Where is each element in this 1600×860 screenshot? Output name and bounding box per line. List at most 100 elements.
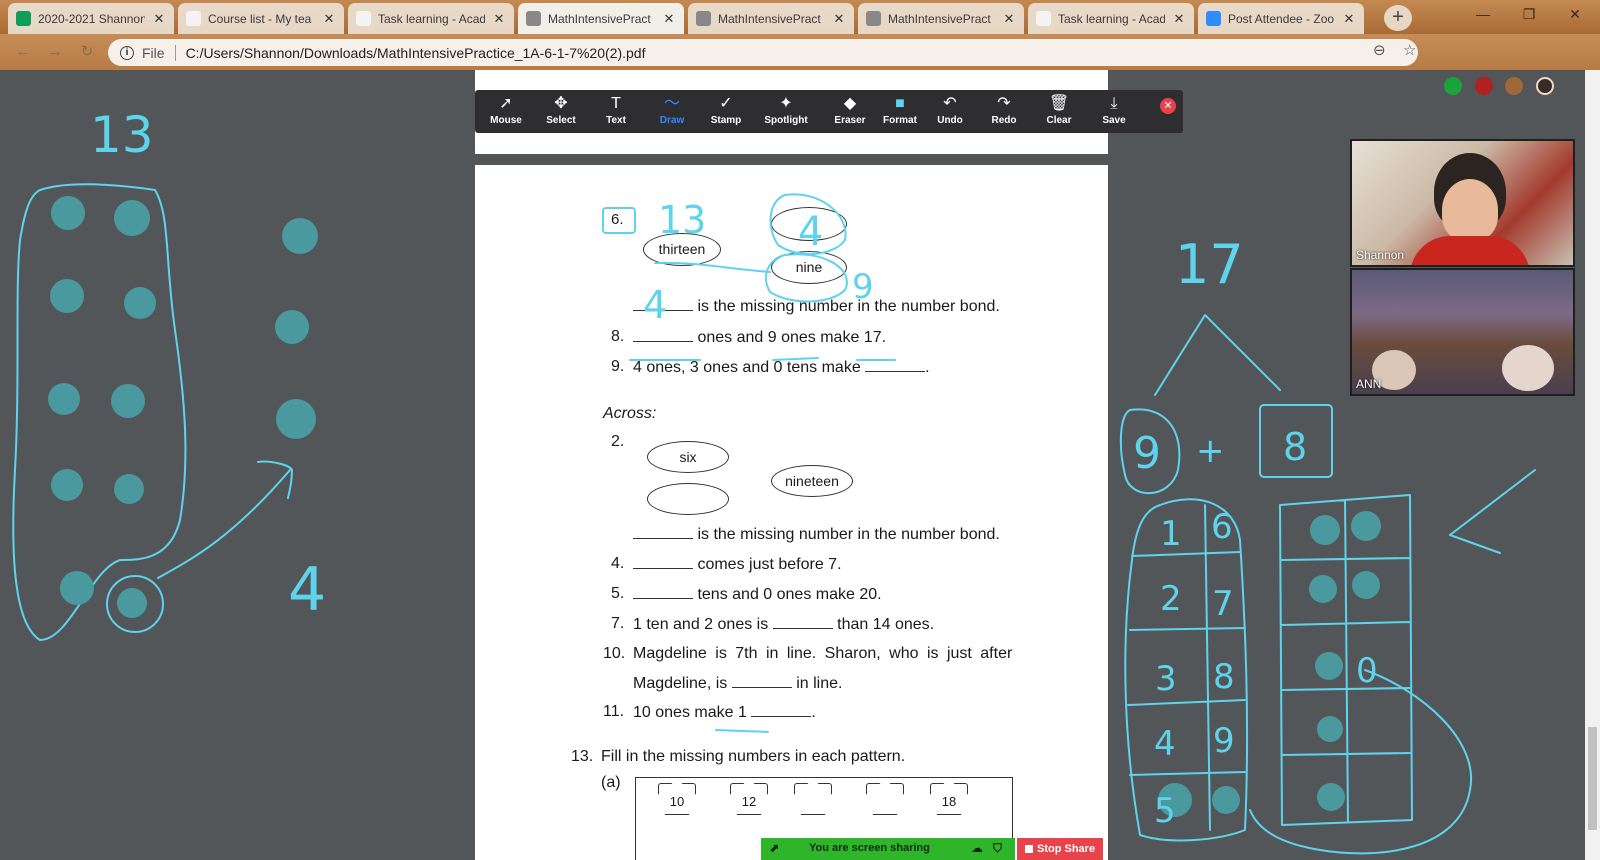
q2-empty-oval bbox=[647, 483, 729, 515]
redo-icon: ↷ bbox=[997, 95, 1011, 112]
browser-tab[interactable]: 2020-2021 Shannon ✕ bbox=[8, 3, 174, 34]
q2-number: 2. bbox=[611, 433, 625, 450]
ink-frame-digit: 5 bbox=[1154, 791, 1176, 831]
browser-tab[interactable]: Task learning - Acad ✕ bbox=[348, 3, 514, 34]
cursor-icon: ➚ bbox=[499, 95, 513, 112]
tool-clear[interactable]: 🗑 Clear bbox=[1030, 94, 1088, 130]
across-heading: Across: bbox=[603, 405, 657, 422]
tool-save[interactable]: ⤓ Save bbox=[1085, 94, 1143, 130]
annotation-toolbar: ➚ Mouse ✥ Select T Text 〜 Draw ✓ Stamp ✦ Spotlight ◆… bbox=[475, 90, 1183, 133]
q9-number: 9. bbox=[611, 358, 625, 375]
ink-stroke bbox=[1449, 469, 1536, 554]
answer-blank[interactable] bbox=[633, 525, 693, 539]
q5-number: 5. bbox=[611, 585, 625, 602]
reload-button[interactable]: ↻ bbox=[76, 42, 98, 62]
tool-label: Stamp bbox=[710, 115, 742, 126]
ink-frame-digit: 7 bbox=[1212, 584, 1234, 624]
minimize-button[interactable]: — bbox=[1460, 0, 1506, 30]
tool-select[interactable]: ✥ Select bbox=[532, 94, 590, 130]
ink-dot bbox=[1351, 511, 1381, 541]
extension-ublock-icon[interactable] bbox=[1475, 77, 1493, 95]
check-icon: ✓ bbox=[719, 95, 733, 112]
browser-tab[interactable]: MathIntensivePract ✕ bbox=[518, 3, 684, 34]
answer-blank[interactable] bbox=[772, 615, 833, 629]
tool-text[interactable]: T Text bbox=[587, 94, 645, 130]
ink-dot bbox=[50, 279, 84, 313]
address-bar[interactable]: i File C:/Users/Shannon/Downloads/MathIn… bbox=[108, 39, 1418, 66]
tool-mouse[interactable]: ➚ Mouse bbox=[477, 94, 535, 130]
tab-title: Post Attendee - Zoo bbox=[1228, 11, 1335, 26]
back-button[interactable]: ← bbox=[12, 42, 34, 62]
extension-puzzle-icon[interactable] bbox=[1505, 77, 1523, 95]
extension-green-icon[interactable] bbox=[1444, 77, 1462, 95]
info-icon[interactable]: i bbox=[120, 45, 134, 60]
browser-tab[interactable]: MathIntensivePract ✕ bbox=[858, 3, 1024, 34]
answer-blank[interactable] bbox=[633, 555, 693, 569]
browser-tab[interactable]: Task learning - Acad ✕ bbox=[1028, 3, 1194, 34]
close-tab-icon[interactable]: ✕ bbox=[1342, 11, 1356, 27]
close-tab-icon[interactable]: ✕ bbox=[662, 11, 676, 27]
spotlight-icon: ✦ bbox=[779, 95, 793, 112]
browser-tab[interactable]: Post Attendee - Zoo ✕ bbox=[1198, 3, 1364, 34]
answer-blank[interactable] bbox=[751, 703, 812, 717]
tool-label: Spotlight bbox=[764, 115, 808, 126]
answer-blank[interactable] bbox=[633, 585, 693, 599]
tab-title: 2020-2021 Shannon bbox=[38, 11, 145, 26]
answer-blank[interactable] bbox=[633, 297, 693, 311]
q10-line2: Magdeline, is in line. bbox=[633, 674, 843, 692]
close-tab-icon[interactable]: ✕ bbox=[1172, 11, 1186, 27]
scrollbar[interactable] bbox=[1585, 70, 1600, 860]
ink-stroke bbox=[1124, 498, 1249, 842]
scrollbar-thumb[interactable] bbox=[1588, 727, 1597, 830]
participant-name: ANN bbox=[1356, 377, 1382, 391]
tool-label: Select bbox=[546, 115, 576, 126]
ink-stroke bbox=[1119, 408, 1181, 495]
ink-stroke bbox=[12, 183, 187, 641]
close-tab-icon[interactable]: ✕ bbox=[1002, 11, 1016, 27]
answer-blank[interactable] bbox=[731, 674, 792, 688]
close-tab-icon[interactable]: ✕ bbox=[152, 11, 166, 27]
ink-label-0: 0 bbox=[1356, 651, 1378, 691]
tool-redo[interactable]: ↷ Redo bbox=[975, 94, 1033, 130]
tool-undo[interactable]: ↶ Undo bbox=[921, 94, 979, 130]
ink-dot bbox=[1158, 783, 1192, 817]
q6-number: 6. bbox=[611, 211, 624, 228]
globe-icon bbox=[526, 11, 541, 26]
forward-button[interactable]: → bbox=[44, 42, 66, 62]
ink-stroke bbox=[1127, 504, 1246, 831]
divider bbox=[174, 44, 176, 61]
q6-part-oval: nine bbox=[771, 251, 847, 284]
ink-dot bbox=[111, 384, 145, 418]
zoom-icon[interactable]: ⊖ bbox=[1373, 41, 1386, 59]
stop-icon bbox=[1025, 845, 1033, 853]
new-tab-button[interactable]: + bbox=[1384, 5, 1412, 31]
close-tab-icon[interactable]: ✕ bbox=[492, 11, 506, 27]
answer-blank[interactable] bbox=[633, 328, 693, 342]
globe-icon bbox=[696, 11, 711, 26]
tool-spotlight[interactable]: ✦ Spotlight bbox=[757, 94, 815, 130]
tool-label: Undo bbox=[937, 115, 963, 126]
tool-draw[interactable]: 〜 Draw bbox=[643, 94, 701, 130]
restore-button[interactable]: ❐ bbox=[1506, 0, 1552, 30]
q13-number: 13. bbox=[571, 748, 594, 765]
trash-icon: 🗑 bbox=[1048, 95, 1070, 112]
browser-tab[interactable]: MathIntensivePract ✕ bbox=[688, 3, 854, 34]
stop-share-button[interactable]: Stop Share bbox=[1017, 838, 1103, 860]
answer-blank[interactable] bbox=[865, 358, 926, 372]
tool-label: Clear bbox=[1046, 115, 1072, 126]
ink-dot bbox=[275, 310, 309, 344]
close-window-button[interactable]: ✕ bbox=[1552, 0, 1598, 30]
browser-tab[interactable]: Course list - My tea ✕ bbox=[178, 3, 344, 34]
ink-label-plus: + bbox=[1196, 431, 1225, 471]
video-tile-shannon[interactable]: Shannon bbox=[1350, 139, 1575, 267]
close-tab-icon[interactable]: ✕ bbox=[832, 11, 846, 27]
tshirt-number: 12 bbox=[741, 794, 757, 809]
screen-sharing-bar[interactable]: ⬈ You are screen sharing ☁ ⛉ bbox=[761, 838, 1015, 860]
profile-avatar[interactable] bbox=[1536, 77, 1554, 95]
video-tile-ann[interactable]: ANN bbox=[1350, 268, 1575, 396]
q6-question: is the missing number in the number bond… bbox=[633, 297, 1000, 316]
tool-stamp[interactable]: ✓ Stamp bbox=[697, 94, 755, 130]
close-tab-icon[interactable]: ✕ bbox=[322, 11, 336, 27]
bookmark-star-icon[interactable]: ☆ bbox=[1403, 41, 1416, 59]
close-annotation-button[interactable]: ✕ bbox=[1160, 98, 1176, 114]
